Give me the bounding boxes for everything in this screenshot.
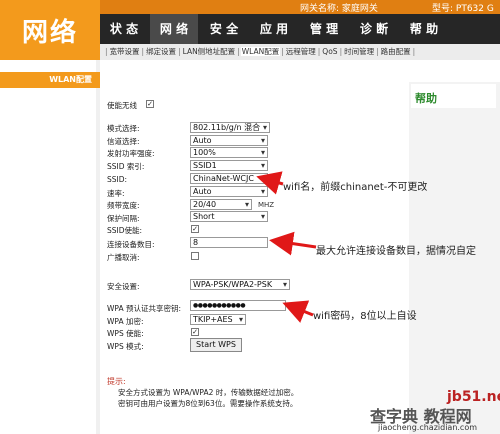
arrow-psk bbox=[282, 300, 314, 323]
psk-annotation: wifi密码，8位以上自设 bbox=[313, 311, 417, 322]
hint-line-2: 密钥可由用户设置为8位到63位。需要操作系统支持。 bbox=[118, 399, 298, 408]
arrow-clients bbox=[269, 231, 317, 256]
watermark-url: jiaocheng.chazidian.com bbox=[378, 423, 478, 432]
hint-title: 提示: bbox=[107, 377, 126, 386]
ssid-annotation: wifi名，前缀chinanet-不可更改 bbox=[283, 182, 428, 193]
arrow-ssid bbox=[256, 171, 284, 195]
clients-annotation: 最大允许连接设备数目，据情况自定 bbox=[316, 246, 476, 257]
annotation-arrows bbox=[256, 171, 317, 323]
hint-line-1: 安全方式设置为 WPA/WPA2 时，传输数据经过加密。 bbox=[118, 388, 299, 397]
